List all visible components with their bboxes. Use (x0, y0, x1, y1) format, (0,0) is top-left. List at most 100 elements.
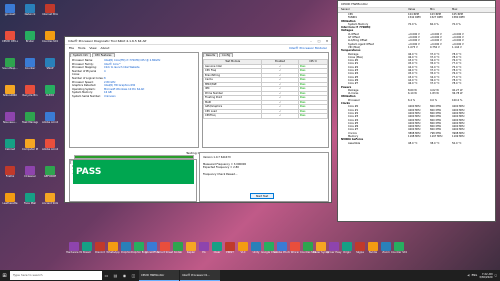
app-icon (69, 242, 79, 251)
maximize-icon[interactable]: □ (315, 37, 323, 45)
info-value: Click to launch Intel Website (104, 66, 140, 70)
desktop-icon-label: Internet Browser (42, 13, 58, 16)
desktop-icon-label: Counter Strike (391, 251, 407, 254)
close-icon[interactable]: ✕ (323, 37, 331, 45)
tab-results[interactable]: Results (203, 53, 219, 57)
desktop-icon-label: SoundSup... (2, 67, 18, 70)
desktop-icon[interactable]: Nouveau... (2, 112, 18, 124)
desktop-icon[interactable]: SoundSup... (2, 58, 18, 70)
app-icon (264, 242, 274, 251)
system-tray: ◂) ENG 7:22 AM 3/30/2020 ▢ (467, 273, 500, 279)
app-icon (25, 58, 35, 67)
app-icon (394, 242, 404, 251)
ipdt-titlebar[interactable]: Intel® Processor Diagnostic Tool 64bit 4… (65, 37, 331, 45)
app-icon (45, 31, 55, 40)
desktop-icon[interactable]: Counter Strike (391, 242, 407, 254)
menu-file[interactable]: File (69, 46, 74, 50)
app-icon (212, 242, 222, 251)
app-icon (5, 112, 15, 121)
desktop-icon[interactable]: Counter (22, 58, 38, 70)
desktop-icon[interactable]: Network (22, 4, 38, 16)
tab-config[interactable]: Config (219, 53, 234, 57)
desktop-icon[interactable]: CPUID CPU-Z (2, 31, 18, 43)
ipdt-title: Intel® Processor Diagnostic Tool 64bit 4… (68, 38, 147, 43)
taskbar-app-ipdt[interactable]: Intel® Processor Di... (180, 270, 220, 281)
desktop-icon[interactable]: SNAP (42, 58, 58, 70)
desktop-icon-label: AUDIO (45, 94, 55, 97)
sensor-row[interactable]: Assemble 48.0 °C 38.0 °C 50.0 °C (338, 142, 495, 145)
col-max[interactable]: Max (452, 8, 474, 12)
enabled-checkbox[interactable]: ✓ (261, 113, 299, 119)
volume-icon[interactable]: ◂) (467, 274, 469, 277)
desktop-icon[interactable]: Leatherette (2, 193, 18, 205)
desktop-icon[interactable]: Nlkon4960 (2, 85, 18, 97)
app-icon (5, 193, 15, 202)
desktop-icon[interactable]: GEFORCE (42, 166, 58, 178)
desktop-icon[interactable]: AUDIO (42, 85, 58, 97)
taskbar-app-hwmonitor[interactable]: CPUID HWMonitor (139, 270, 179, 281)
app-icon (5, 4, 15, 13)
app-icon (25, 166, 35, 175)
app-icon (316, 242, 326, 251)
search-box[interactable]: Type here to search (10, 271, 102, 280)
windows-start-icon[interactable]: ⊞ (0, 270, 9, 281)
desktop-icon-label: SNAP (46, 67, 54, 70)
menu-about[interactable]: About (101, 46, 110, 50)
app-icon (5, 58, 15, 67)
log-panel: Version 1.0.7 64bit M Measured Frequency … (199, 152, 329, 202)
minimize-icon[interactable]: – (307, 37, 315, 45)
desktop-icon[interactable]: Adobe Acrobat Reader (42, 139, 58, 151)
table-row[interactable]: CPUFreq ✓ Pass (202, 113, 329, 119)
desktop-icon-label: Network (24, 13, 36, 16)
app-icon (5, 85, 15, 94)
desktop-icon[interactable]: Bruter (22, 31, 38, 43)
desktop-icon[interactable]: Recycle Bin (22, 85, 38, 97)
sensor-tree: CPU 104 RPM 103 RPM 105 RPM FANIN1 1542 RPM 15… (338, 13, 495, 145)
log-line: Frequency Check Passed... (203, 173, 238, 176)
app-icon (5, 31, 15, 40)
app-icon (45, 139, 55, 148)
desktop-icon[interactable]: Adobe Acrobat (42, 112, 58, 124)
app-icon (381, 242, 391, 251)
desktop-icon-label: Counter (24, 67, 36, 70)
col-value[interactable]: Value (408, 8, 430, 12)
desktop-icon[interactable]: Face Mail (22, 193, 38, 205)
app-icon (108, 242, 118, 251)
app-icon (277, 242, 287, 251)
desktop-icon[interactable]: gpuxeet (2, 4, 18, 16)
desktop-icon-label: GEFORCE (43, 175, 57, 178)
task-view-icon[interactable]: ▭ (102, 270, 111, 281)
col-sensor[interactable]: Sensor (338, 8, 408, 12)
desktop-icon[interactable]: Cabinet (2, 139, 18, 151)
intel-link[interactable]: Intel® Processor Modular (289, 46, 331, 50)
language-indicator[interactable]: ENG (472, 274, 478, 277)
desktop-icon[interactable]: Ancient Slides (42, 193, 58, 205)
app-icon (45, 193, 55, 202)
app-icon (45, 112, 55, 121)
desktop-icon[interactable]: Task Manager (22, 112, 38, 124)
sensor-min: 38.0 °C (430, 141, 440, 145)
info-key: System Serial Number: (72, 94, 101, 98)
app-icon (45, 58, 55, 67)
desktop-icon[interactable]: Internet Browser (42, 4, 58, 16)
menu-tools[interactable]: Tools (78, 46, 85, 50)
col-min[interactable]: Min (430, 8, 452, 12)
start-test-button[interactable]: Start Test (250, 193, 274, 199)
desktop-icon[interactable]: Counter-Strike (42, 31, 58, 43)
store-icon[interactable]: ◫ (129, 270, 138, 281)
desktop-icon[interactable]: CCleaner (22, 166, 38, 178)
desktop-icon[interactable]: Computer Management (22, 139, 38, 151)
menu-view[interactable]: View (89, 46, 96, 50)
explorer-icon[interactable]: ▤ (111, 270, 120, 281)
desktop-icon-label: Firefox (5, 175, 15, 178)
desktop-icon-label: Computer Management (22, 148, 38, 151)
chrome-icon[interactable]: ◉ (120, 270, 129, 281)
tab-system-info[interactable]: System Info (70, 53, 91, 57)
app-icon (355, 242, 365, 251)
clock[interactable]: 7:22 AM 3/30/2020 (479, 273, 492, 279)
notifications-icon[interactable]: ▢ (495, 274, 497, 277)
hwmonitor-titlebar[interactable]: CPUID HWMonitor (338, 1, 495, 8)
tab-cpu-features[interactable]: CPU Features (91, 53, 115, 57)
app-icon (82, 242, 92, 251)
desktop-icon[interactable]: Firefox (2, 166, 18, 178)
